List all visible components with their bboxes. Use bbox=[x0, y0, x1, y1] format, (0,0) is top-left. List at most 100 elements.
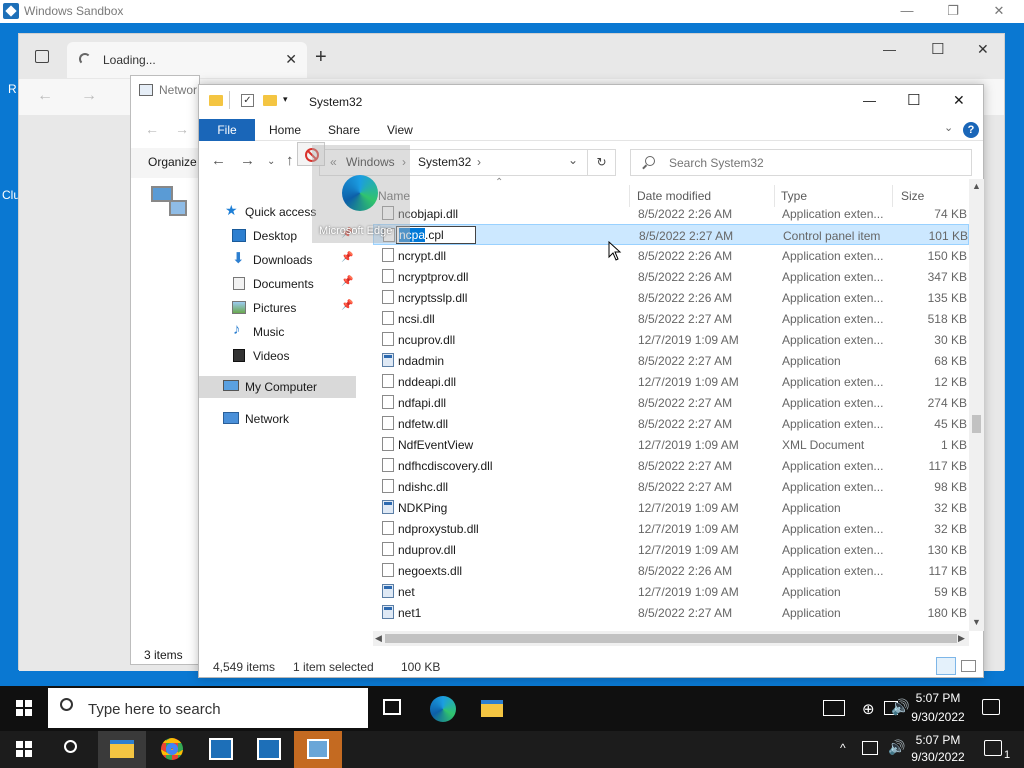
edge-forward-icon[interactable]: → bbox=[81, 87, 97, 105]
table-row[interactable]: ncuprov.dll 12/7/2019 1:09 AM Application … bbox=[373, 329, 969, 350]
horizontal-scroll-thumb[interactable] bbox=[385, 634, 957, 643]
pin-icon[interactable]: 📌 bbox=[341, 300, 353, 311]
forward-button[interactable]: → bbox=[240, 152, 255, 169]
vertical-scrollbar[interactable]: ▲ ▼ bbox=[969, 179, 984, 631]
nav-item-videos[interactable]: Videos bbox=[199, 345, 356, 367]
host-start-button[interactable] bbox=[16, 741, 32, 757]
table-row[interactable]: ndishc.dll 8/5/2022 2:27 AM Application ex… bbox=[373, 476, 969, 497]
explorer-close-button[interactable]: ✕ bbox=[953, 92, 965, 109]
table-row[interactable]: ndfhcdiscovery.dll 8/5/2022 2:27 AM Applic… bbox=[373, 455, 969, 476]
edge-maximize-button[interactable]: ☐ bbox=[931, 40, 944, 58]
table-row[interactable]: ndfetw.dll 8/5/2022 2:27 AM Application ex… bbox=[373, 413, 969, 434]
table-row[interactable]: ndproxystub.dll 12/7/2019 1:09 AM Applicat… bbox=[373, 518, 969, 539]
edge-back-icon[interactable]: ← bbox=[37, 87, 53, 105]
network-status-icon[interactable]: ⊕ bbox=[862, 700, 875, 718]
large-icons-view-icon[interactable] bbox=[961, 660, 976, 672]
table-row[interactable]: negoexts.dll 8/5/2022 2:26 AM Application … bbox=[373, 560, 969, 581]
table-row[interactable]: ndfapi.dll 8/5/2022 2:27 AM Application ex… bbox=[373, 392, 969, 413]
table-row[interactable]: ndadmin 8/5/2022 2:27 AM Application 68 KB bbox=[373, 350, 969, 371]
host-network-icon[interactable] bbox=[862, 741, 878, 755]
back-button[interactable]: ← bbox=[211, 152, 226, 169]
nav-item-my-computer[interactable]: My Computer bbox=[199, 376, 356, 398]
pin-icon[interactable]: 📌 bbox=[341, 252, 353, 263]
sandbox-taskbar-icon-2[interactable] bbox=[257, 738, 281, 760]
vertical-scroll-thumb[interactable] bbox=[972, 415, 981, 433]
table-row[interactable]: net 12/7/2019 1:09 AM Application 59 KB bbox=[373, 581, 969, 602]
column-type[interactable]: Type bbox=[781, 189, 807, 203]
recent-locations-icon[interactable]: ⌄ bbox=[267, 156, 275, 167]
ribbon-tab-share[interactable]: Share bbox=[328, 119, 360, 141]
scroll-right-arrow[interactable]: ▶ bbox=[958, 633, 965, 644]
scroll-down-arrow[interactable]: ▼ bbox=[972, 617, 981, 627]
help-button[interactable]: ? bbox=[963, 122, 979, 138]
ribbon-tab-file[interactable]: File bbox=[199, 119, 255, 141]
sandbox-minimize-button[interactable]: — bbox=[884, 0, 930, 23]
edge-close-button[interactable]: ✕ bbox=[977, 41, 989, 58]
file-explorer-taskbar-icon[interactable] bbox=[481, 700, 503, 717]
edge-minimize-button[interactable]: — bbox=[883, 42, 896, 57]
details-view-icon[interactable] bbox=[936, 657, 956, 675]
table-row[interactable]: nduprov.dll 12/7/2019 1:09 AM Application … bbox=[373, 539, 969, 560]
sandbox-restore-button[interactable]: ❐ bbox=[930, 0, 976, 23]
network-back-icon[interactable]: ← bbox=[145, 121, 159, 137]
host-active-explorer[interactable] bbox=[98, 731, 146, 768]
table-row[interactable]: ncobjapi.dll 8/5/2022 2:26 AM Application … bbox=[373, 203, 969, 224]
organize-button[interactable]: Organize bbox=[148, 155, 197, 169]
scroll-left-arrow[interactable]: ◀ bbox=[375, 633, 382, 644]
table-row[interactable]: ncrypt.dll 8/5/2022 2:26 AM Application ex… bbox=[373, 245, 969, 266]
inner-clock-date[interactable]: 9/30/2022 bbox=[906, 710, 970, 724]
host-active-app[interactable] bbox=[294, 731, 342, 768]
table-row[interactable]: ncryptsslp.dll 8/5/2022 2:26 AM Applicatio… bbox=[373, 287, 969, 308]
sandbox-close-button[interactable]: ✕ bbox=[976, 0, 1022, 23]
breadcrumb-system32[interactable]: System32 bbox=[418, 155, 471, 169]
table-row[interactable]: ncpa.cpl 8/5/2022 2:27 AM Control panel it… bbox=[373, 224, 969, 245]
explorer-maximize-button[interactable]: ☐ bbox=[907, 91, 920, 109]
network-forward-icon[interactable]: → bbox=[175, 121, 189, 137]
host-volume-icon[interactable]: 🔊 bbox=[888, 739, 905, 756]
nav-item-music[interactable]: ♪ Music bbox=[199, 321, 356, 343]
new-tab-button[interactable]: + bbox=[315, 46, 327, 69]
breadcrumb-separator-2[interactable]: › bbox=[477, 155, 481, 169]
host-clock-time[interactable]: 5:07 PM bbox=[906, 733, 970, 747]
address-dropdown-icon[interactable]: ⌄ bbox=[568, 153, 578, 167]
ribbon-tab-view[interactable]: View bbox=[387, 119, 413, 141]
table-row[interactable]: NdfEventView 12/7/2019 1:09 AM XML Documen… bbox=[373, 434, 969, 455]
table-row[interactable]: net1 8/5/2022 2:27 AM Application 180 KB bbox=[373, 602, 969, 623]
tray-caret[interactable]: ^ bbox=[840, 741, 846, 755]
ribbon-tab-home[interactable]: Home bbox=[269, 119, 301, 141]
search-input[interactable] bbox=[669, 153, 959, 172]
horizontal-scrollbar[interactable]: ◀ ▶ bbox=[373, 631, 969, 646]
edge-tab-close-button[interactable]: ✕ bbox=[285, 51, 297, 68]
task-view-icon[interactable] bbox=[383, 699, 401, 715]
table-row[interactable]: NDKPing 12/7/2019 1:09 AM Application 32 KB bbox=[373, 497, 969, 518]
up-button[interactable]: ↑ bbox=[286, 152, 294, 169]
inner-clock-time[interactable]: 5:07 PM bbox=[906, 691, 970, 705]
host-notification-icon[interactable] bbox=[984, 740, 1002, 756]
refresh-button[interactable]: ↻ bbox=[588, 149, 616, 176]
start-button[interactable] bbox=[16, 700, 32, 716]
qa-dropdown-icon[interactable]: ▾ bbox=[283, 94, 288, 105]
properties-icon[interactable]: ✓ bbox=[241, 94, 254, 107]
notification-icon[interactable] bbox=[982, 699, 1000, 715]
table-row[interactable]: nddeapi.dll 12/7/2019 1:09 AM Application … bbox=[373, 371, 969, 392]
pin-icon[interactable]: 📌 bbox=[341, 276, 353, 287]
nav-item-downloads[interactable]: ⬇ Downloads 📌 bbox=[199, 249, 356, 271]
host-search-icon[interactable] bbox=[64, 740, 77, 753]
edge-taskbar-icon[interactable] bbox=[430, 696, 456, 722]
taskbar-search-box[interactable]: Type here to search bbox=[48, 688, 368, 728]
search-box[interactable] bbox=[630, 149, 972, 176]
new-folder-icon[interactable] bbox=[263, 95, 277, 106]
nav-item-documents[interactable]: Documents 📌 bbox=[199, 273, 356, 295]
scroll-up-arrow[interactable]: ▲ bbox=[972, 181, 981, 191]
sandbox-taskbar-icon[interactable] bbox=[209, 738, 233, 760]
explorer-minimize-button[interactable]: — bbox=[863, 93, 876, 108]
column-size[interactable]: Size bbox=[901, 189, 924, 203]
table-row[interactable]: ncryptprov.dll 8/5/2022 2:26 AM Applicatio… bbox=[373, 266, 969, 287]
nav-item-pictures[interactable]: Pictures 📌 bbox=[199, 297, 356, 319]
nav-item-network[interactable]: Network bbox=[199, 408, 356, 430]
table-row[interactable]: ncsi.dll 8/5/2022 2:27 AM Application exte… bbox=[373, 308, 969, 329]
tab-actions-icon[interactable] bbox=[35, 50, 49, 63]
chrome-icon[interactable] bbox=[161, 738, 183, 760]
ribbon-expand-icon[interactable]: ⌄ bbox=[944, 121, 953, 134]
host-clock-date[interactable]: 9/30/2022 bbox=[906, 750, 970, 764]
